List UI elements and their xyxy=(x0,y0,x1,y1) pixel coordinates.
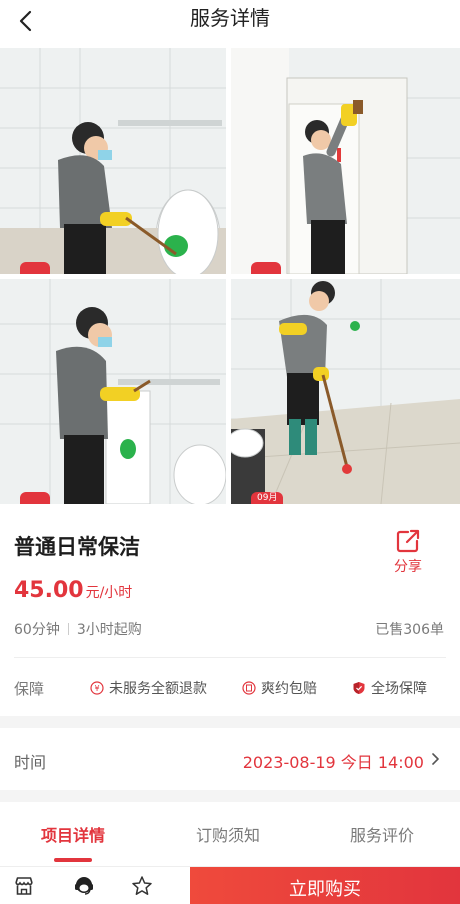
guarantee-item-label: 爽约包赔 xyxy=(261,681,317,697)
guarantee-refund[interactable]: ¥ 未服务全额退款 xyxy=(90,678,207,698)
compensation-icon xyxy=(242,681,256,695)
guarantee-item-label: 未服务全额退款 xyxy=(109,681,207,697)
section-gap xyxy=(0,790,460,802)
section-gap xyxy=(0,716,460,728)
photo-badge xyxy=(251,262,281,274)
min-order: 3小时起购 xyxy=(76,622,142,638)
service-photo-4[interactable]: 09月 xyxy=(231,279,460,504)
photo-gallery: 09月 xyxy=(0,48,460,504)
price: 45.00 元/小时 xyxy=(14,578,132,603)
photo-badge xyxy=(20,262,50,274)
tab-project-details[interactable]: 项目详情 xyxy=(13,822,133,846)
service-meta: 60分钟 3小时起购 xyxy=(14,619,142,639)
buy-now-button[interactable]: 立即购买 xyxy=(190,867,460,904)
photo-badge: 09月 xyxy=(251,492,284,504)
product-title: 普通日常保洁 xyxy=(14,535,140,559)
time-label: 时间 xyxy=(14,753,47,772)
store-icon[interactable] xyxy=(12,874,36,898)
service-photo-3[interactable] xyxy=(0,279,226,504)
photo-badge xyxy=(20,492,50,504)
share-icon xyxy=(396,529,420,553)
price-value: 45.00 xyxy=(14,578,84,603)
meta-separator xyxy=(67,623,69,635)
page-title: 服务详情 xyxy=(190,6,270,30)
active-tab-indicator xyxy=(54,858,92,862)
svg-text:¥: ¥ xyxy=(94,684,99,693)
customer-service-icon[interactable] xyxy=(72,874,96,898)
guarantee-label: 保障 xyxy=(14,680,45,698)
top-bar: 服务详情 xyxy=(0,0,460,44)
guarantee-compensation[interactable]: 爽约包赔 xyxy=(242,678,317,698)
bottom-bar: 立即购买 xyxy=(0,866,460,904)
price-unit: 元/小时 xyxy=(85,585,133,601)
service-photo-1[interactable] xyxy=(0,48,226,274)
guarantee-full[interactable]: 全场保障 xyxy=(352,678,427,698)
star-icon[interactable] xyxy=(130,874,154,898)
guarantee-item-label: 全场保障 xyxy=(371,681,427,697)
shield-icon xyxy=(353,682,365,694)
detail-tabs: 项目详情 订购须知 服务评价 xyxy=(0,808,460,868)
time-value[interactable]: 2023-08-19 今日 14:00 xyxy=(243,749,424,773)
share-label: 分享 xyxy=(394,559,422,575)
tab-reviews[interactable]: 服务评价 xyxy=(322,822,442,846)
divider xyxy=(14,657,446,658)
service-photo-2[interactable] xyxy=(231,48,460,274)
duration: 60分钟 xyxy=(14,622,60,638)
tab-order-notes[interactable]: 订购须知 xyxy=(168,822,288,846)
sold-count: 已售306单 xyxy=(375,622,444,638)
refund-icon: ¥ xyxy=(90,681,104,695)
chevron-right-icon[interactable] xyxy=(430,751,442,767)
share-button[interactable]: 分享 xyxy=(388,528,428,584)
